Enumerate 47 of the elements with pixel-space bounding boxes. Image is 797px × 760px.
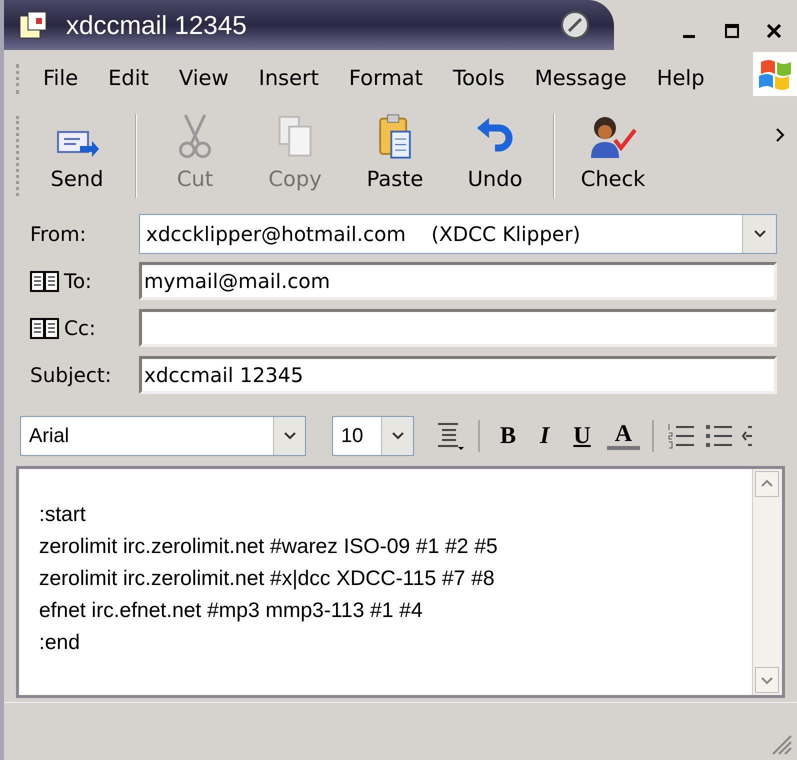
italic-button[interactable]: I xyxy=(532,418,558,454)
menu-item[interactable]: Format xyxy=(348,63,423,95)
menu-item[interactable]: Help xyxy=(656,63,705,95)
font-color-button[interactable]: A xyxy=(606,422,640,450)
field-label: Cc: xyxy=(64,315,96,342)
menu-item[interactable]: Edit xyxy=(108,63,149,95)
message-line: :start xyxy=(39,502,87,528)
numbered-list-icon[interactable] xyxy=(666,422,696,450)
toolbar-button[interactable]: Undo xyxy=(445,113,545,199)
toolbar-button[interactable]: Paste xyxy=(345,113,445,199)
message-line: zerolimit irc.zerolimit.net #x|dcc XDCC-115 #7 #8 xyxy=(39,566,496,592)
scroll-down-icon[interactable] xyxy=(755,667,779,693)
input-field[interactable] xyxy=(139,309,777,347)
chevron-down-icon xyxy=(284,432,296,440)
font-dropdown[interactable]: Arial xyxy=(20,416,306,456)
bold-button[interactable]: B xyxy=(492,418,524,454)
address-book-icon xyxy=(30,269,60,293)
menu-item[interactable]: Insert xyxy=(258,63,319,95)
input-field[interactable]: mymail@mail.com xyxy=(139,262,777,300)
close-icon[interactable] xyxy=(767,24,781,38)
scrollbar[interactable] xyxy=(752,469,782,695)
menu-item[interactable]: Tools xyxy=(452,63,505,95)
message-line: :end xyxy=(39,630,81,656)
field-label: To: xyxy=(64,268,92,295)
field-label: From: xyxy=(30,221,86,248)
window-title: xdccmail 12345 xyxy=(66,8,248,42)
address-book-icon xyxy=(30,316,60,340)
input-field[interactable]: xdccmail 12345 xyxy=(139,356,777,394)
scroll-up-icon[interactable] xyxy=(755,471,779,497)
bulleted-list-icon[interactable] xyxy=(704,422,734,450)
message-line: zerolimit irc.zerolimit.net #warez ISO-09 #1 #2 #5 xyxy=(39,534,499,560)
chevron-down-icon xyxy=(392,432,404,440)
message-line: efnet irc.efnet.net #mp3 mmp3-113 #1 #4 xyxy=(39,598,424,624)
chevron-down-icon xyxy=(754,230,766,238)
menu-item[interactable]: File xyxy=(43,63,78,95)
underline-button[interactable]: U xyxy=(565,418,599,454)
chevron-icon[interactable] xyxy=(775,128,785,142)
menu-item[interactable]: View xyxy=(178,63,229,95)
toolbar-button[interactable]: Check xyxy=(563,113,663,199)
dropdown-field[interactable]: xdccklipper@hotmail.com (XDCC Klipper) xyxy=(139,214,777,254)
field-label: Subject: xyxy=(30,362,112,389)
menu-item[interactable]: Message xyxy=(534,63,627,95)
toolbar-button[interactable]: Send xyxy=(27,113,127,199)
dial-icon xyxy=(560,10,590,40)
size-dropdown[interactable]: 10 xyxy=(332,416,414,456)
maximize-button[interactable] xyxy=(725,24,739,38)
windows-logo-icon xyxy=(753,52,797,96)
